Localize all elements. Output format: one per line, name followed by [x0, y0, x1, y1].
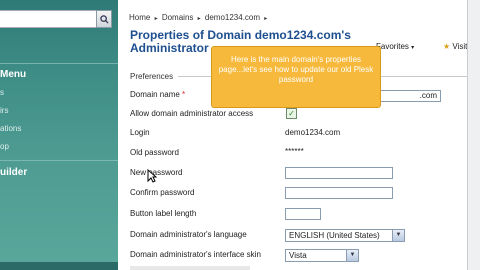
language-label: Domain administrator's language [130, 230, 247, 239]
chevron-down-icon: ▼ [392, 230, 404, 241]
sidebar: Menu s irs ations op uilder [0, 0, 118, 270]
skin-label: Domain administrator's interface skin [130, 250, 261, 259]
sidebar-link[interactable]: irs [0, 106, 8, 115]
sidebar-search-button[interactable] [96, 10, 112, 28]
chevron-down-icon: ▾ [411, 45, 415, 51]
skin-value: Vista [289, 251, 307, 260]
main-content: Home ▸ Domains ▸ demo1234.com ▸ Properti… [118, 0, 480, 270]
mouse-cursor-icon [147, 168, 158, 186]
language-value: ENGLISH (United States) [289, 231, 380, 240]
breadcrumb-domains[interactable]: Domains [162, 13, 194, 22]
next-row-fragment [130, 266, 250, 270]
preferences-section-label: Preferences [130, 72, 174, 81]
favorites-button[interactable]: Favorites ▾ [376, 42, 414, 51]
breadcrumb-separator: ▸ [264, 16, 268, 22]
breadcrumb-domain[interactable]: demo1234.com [205, 13, 260, 22]
button-label-length-label: Button label length [130, 209, 197, 218]
sidebar-heading-menu: Menu [0, 69, 27, 80]
sidebar-search-input[interactable] [0, 10, 101, 28]
button-label-length-field[interactable] [285, 208, 321, 220]
vertical-scrollbar[interactable] [467, 0, 480, 270]
breadcrumb-separator: ▸ [197, 16, 201, 22]
skin-select[interactable]: Vista ▼ [285, 249, 359, 262]
allow-admin-checkbox[interactable]: ✓ [286, 108, 297, 119]
required-marker: * [182, 90, 186, 99]
breadcrumb-home[interactable]: Home [129, 13, 150, 22]
sidebar-heading-builder: uilder [0, 167, 28, 178]
sidebar-link[interactable]: s [0, 88, 4, 97]
sidebar-link[interactable]: ations [0, 124, 21, 133]
sidebar-link[interactable]: op [0, 142, 9, 151]
checkmark-icon: ✓ [288, 109, 295, 118]
sidebar-bottom-bar [0, 262, 118, 270]
old-password-label: Old password [130, 148, 179, 157]
search-icon [99, 14, 109, 24]
domain-name-value: .com [419, 91, 437, 100]
language-select[interactable]: ENGLISH (United States) ▼ [285, 229, 405, 242]
confirm-password-field[interactable] [285, 187, 393, 199]
allow-admin-label: Allow domain administrator access [130, 109, 254, 118]
login-value: demo1234.com [285, 128, 341, 137]
old-password-value: ****** [285, 147, 304, 156]
login-label: Login [130, 128, 150, 137]
star-icon: ★ [443, 42, 451, 51]
breadcrumb: Home ▸ Domains ▸ demo1234.com ▸ [129, 13, 269, 22]
domain-name-label-text: Domain name [130, 90, 180, 99]
chevron-down-icon: ▼ [346, 250, 358, 261]
sidebar-divider [0, 63, 118, 64]
breadcrumb-separator: ▸ [154, 16, 158, 22]
new-password-field[interactable] [285, 167, 393, 179]
domain-name-label: Domain name * [130, 90, 185, 99]
confirm-password-label: Confirm password [130, 188, 195, 197]
sidebar-divider [0, 160, 118, 161]
tutorial-tooltip: Here is the main domain's properties pag… [211, 46, 381, 108]
